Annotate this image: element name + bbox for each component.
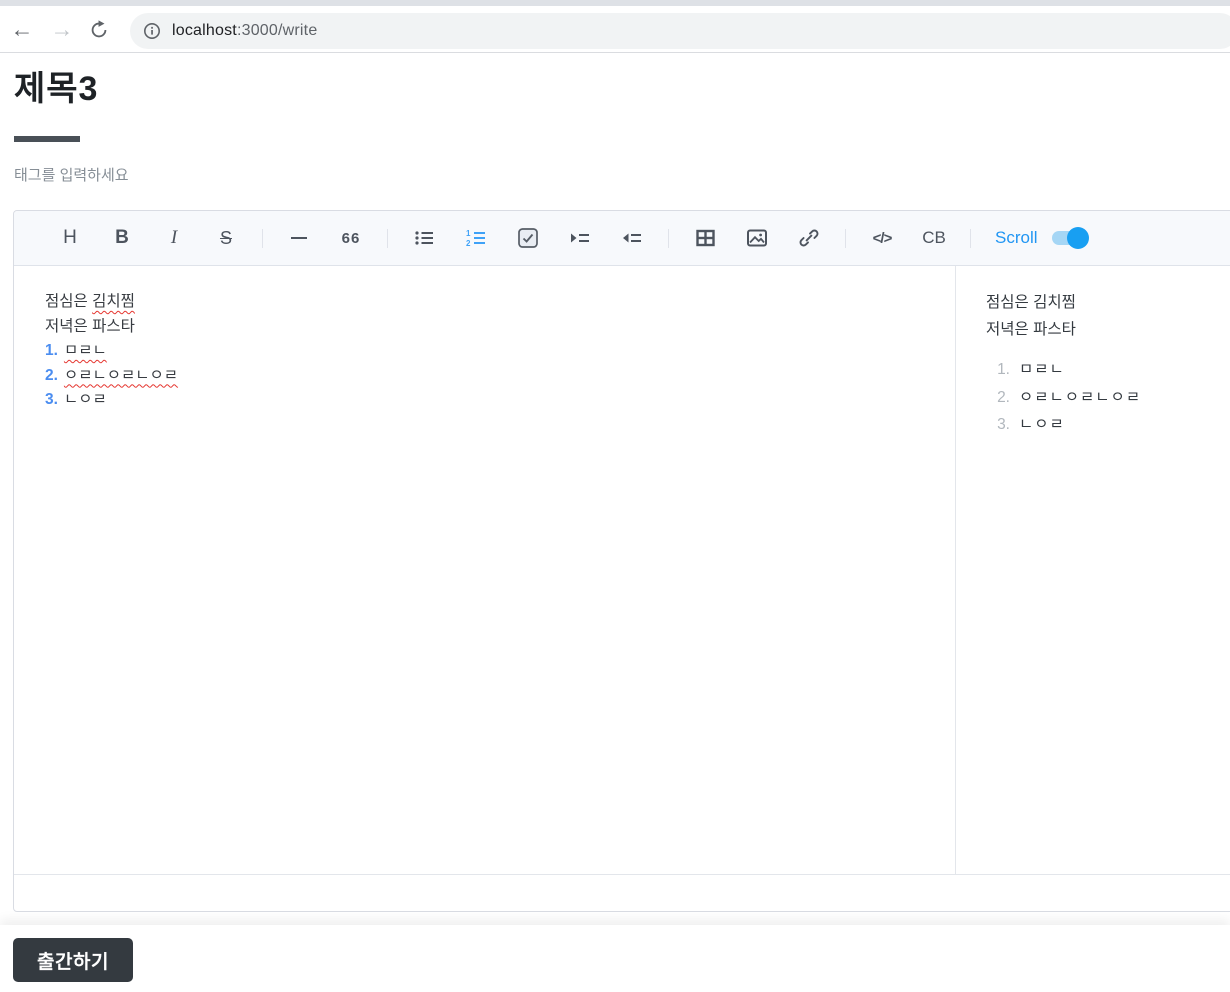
ordered-list-button[interactable]: 1 2 (460, 222, 492, 254)
outdent-icon (622, 230, 642, 246)
ordered-list-icon: 1 2 (466, 228, 486, 248)
unordered-list-button[interactable] (408, 222, 440, 254)
toolbar-divider (668, 228, 669, 248)
editor-mode-bar (14, 874, 1230, 911)
post-title-input[interactable]: 제목3 (14, 66, 98, 112)
indent-button[interactable] (564, 222, 596, 254)
preview-list-item: 2. ㅇㄹㄴㅇㄹㄴㅇㄹ (986, 384, 1230, 412)
markdown-line: 저녁은 파스타 (45, 315, 935, 340)
publish-button[interactable]: 출간하기 (13, 938, 133, 982)
reload-icon (88, 19, 116, 41)
list-item-number: 2. (997, 388, 1010, 406)
image-icon (747, 229, 767, 247)
task-checkbox-icon (518, 228, 538, 248)
md-list-marker: 3. (45, 391, 58, 408)
toggle-knob (1066, 227, 1089, 249)
md-misspelled-text: ㅁㄹㄴ (63, 342, 107, 359)
link-button[interactable] (793, 222, 825, 254)
markdown-line: 2. ㅇㄹㄴㅇㄹㄴㅇㄹ (45, 364, 935, 389)
title-divider (14, 136, 80, 142)
toolbar-divider (970, 228, 971, 248)
list-item-text: ㅇㄹㄴㅇㄹㄴㅇㄹ (1019, 388, 1142, 406)
markdown-source-pane[interactable]: 점심은 김치찜 저녁은 파스타 1. ㅁㄹㄴ 2. ㅇㄹㄴㅇㄹㄴㅇㄹ 3. ㄴㅇㄹ (14, 266, 956, 874)
md-list-marker: 2. (45, 366, 58, 384)
bottom-action-bar: 출간하기 (0, 925, 1230, 992)
svg-text:2: 2 (466, 239, 471, 248)
markdown-line: 3. ㄴㅇㄹ (45, 388, 935, 413)
link-icon (799, 228, 819, 248)
md-text: ㄴㅇㄹ (63, 391, 107, 408)
outdent-button[interactable] (616, 222, 648, 254)
preview-pane: 점심은 김치찜 저녁은 파스타 1. ㅁㄹㄴ 2. ㅇㄹㄴㅇㄹㄴㅇㄹ 3. ㄴㅇ… (956, 266, 1230, 874)
list-item-text: ㅁㄹㄴ (1019, 361, 1065, 378)
md-list-marker: 1. (45, 342, 58, 359)
table-button[interactable] (689, 222, 721, 254)
image-button[interactable] (741, 222, 773, 254)
scroll-sync-toggle[interactable] (1051, 227, 1089, 249)
preview-list-item: 1. ㅁㄹㄴ (986, 356, 1230, 384)
url-text: localhost:3000/write (172, 22, 317, 40)
markdown-line: 1. ㅁㄹㄴ (45, 339, 935, 364)
horizontal-rule-button[interactable] (283, 222, 315, 254)
md-misspelled-text: ㅇㄹㄴㅇㄹㄴㅇㄹ (63, 366, 179, 384)
inline-code-button[interactable]: </> (866, 222, 898, 254)
bold-button[interactable]: B (106, 222, 138, 254)
site-info-icon[interactable] (143, 22, 161, 40)
preview-ordered-list: 1. ㅁㄹㄴ 2. ㅇㄹㄴㅇㄹㄴㅇㄹ 3. ㄴㅇㄹ (986, 356, 1230, 439)
tab-strip (0, 0, 1230, 6)
task-list-button[interactable] (512, 222, 544, 254)
code-block-button[interactable]: CB (918, 222, 950, 254)
horizontal-rule-icon (291, 237, 307, 239)
list-item-text: ㄴㅇㄹ (1019, 416, 1065, 433)
scroll-sync-label: Scroll (995, 228, 1038, 247)
markdown-line: 점심은 김치찜 (45, 290, 935, 315)
md-text: 저녁은 파스타 (45, 317, 135, 335)
scroll-sync-control[interactable]: Scroll (995, 227, 1089, 249)
list-item-number: 3. (997, 416, 1010, 433)
blockquote-button[interactable]: 66 (335, 222, 367, 254)
browser-back-button[interactable]: ← (8, 15, 36, 43)
address-bar[interactable]: localhost:3000/write (130, 13, 1230, 49)
editor-toolbar: H B I S 66 1 2 </> CB Scroll (14, 211, 1230, 266)
url-path: :3000/write (236, 22, 318, 39)
indent-icon (570, 230, 590, 246)
preview-paragraph: 저녁은 파스타 (986, 320, 1076, 338)
md-misspelled-text: 김치찜 (92, 293, 135, 310)
table-icon (695, 229, 715, 247)
editor-panes: 점심은 김치찜 저녁은 파스타 1. ㅁㄹㄴ 2. ㅇㄹㄴㅇㄹㄴㅇㄹ 3. ㄴㅇㄹ 점… (14, 266, 1230, 874)
toolbar-divider (262, 228, 263, 248)
svg-text:1: 1 (466, 229, 471, 238)
browser-forward-button[interactable]: → (48, 15, 76, 43)
tag-input[interactable] (14, 163, 414, 187)
heading-button[interactable]: H (54, 222, 86, 254)
markdown-editor: H B I S 66 1 2 </> CB Scroll 점심은 김치찜 저녁은… (13, 210, 1230, 912)
unordered-list-icon (414, 229, 434, 247)
preview-list-item: 3. ㄴㅇㄹ (986, 411, 1230, 439)
italic-button[interactable]: I (158, 222, 190, 254)
toolbar-divider (845, 228, 846, 248)
list-item-number: 1. (997, 361, 1010, 378)
md-text: 점심은 (45, 293, 93, 310)
preview-paragraph: 점심은 김치찜 (986, 294, 1076, 311)
strikethrough-button[interactable]: S (210, 222, 242, 254)
browser-chrome: ← → localhost:3000/write (0, 0, 1230, 53)
browser-reload-button[interactable] (88, 16, 116, 44)
toolbar-divider (387, 228, 388, 248)
url-host: localhost (172, 22, 237, 39)
